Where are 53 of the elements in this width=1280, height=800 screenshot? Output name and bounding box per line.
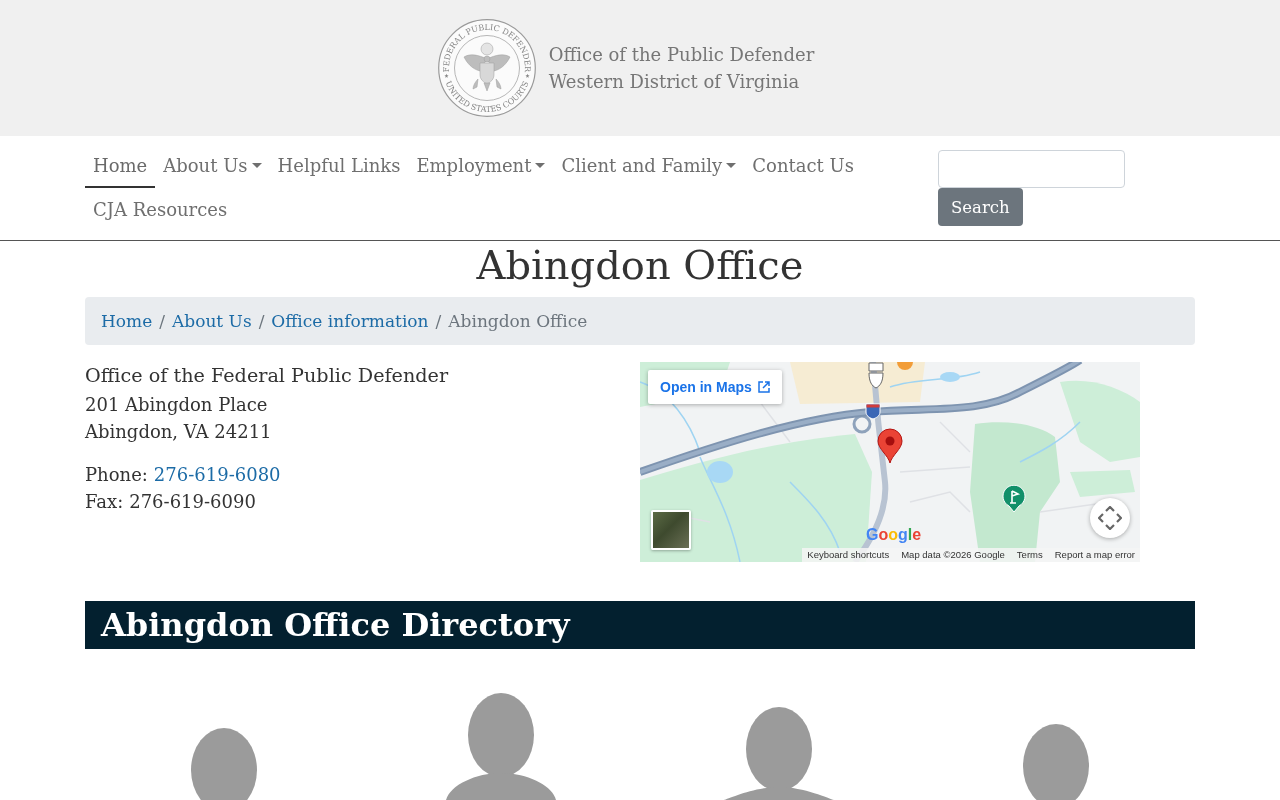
breadcrumb-separator: / — [257, 310, 266, 333]
phone-link[interactable]: 276-619-6080 — [153, 461, 281, 488]
golf-marker-icon — [1002, 485, 1026, 513]
contact-label: Fax: — [85, 490, 124, 514]
caret-icon — [726, 163, 737, 168]
breadcrumb-link[interactable]: Home — [101, 309, 153, 333]
address-line: Abingdon, VA 24211 — [85, 420, 273, 444]
breadcrumb-current-page: Abingdon Office — [448, 310, 588, 333]
map-footer-link[interactable]: Map data ©2026 Google — [901, 548, 1005, 562]
page-title: Abingdon Office — [475, 241, 805, 290]
map-footer-link[interactable]: Report a map error — [1054, 548, 1135, 562]
contact-number: 276-619-6090 — [129, 490, 256, 514]
nav-link[interactable]: CJA Resources — [85, 188, 236, 232]
map-footer-link[interactable]: Keyboard shortcuts — [807, 548, 890, 562]
place-marker-icon — [897, 362, 913, 370]
stream — [1019, 421, 1081, 463]
route-shield-icon — [868, 362, 884, 389]
search-field[interactable] — [938, 150, 1125, 188]
breadcrumb-separator: / — [158, 310, 166, 333]
office-name: Office of the Federal Public Defender — [85, 363, 450, 389]
location-pin-icon — [877, 428, 903, 464]
satellite-view-button[interactable] — [651, 510, 691, 550]
google-logo: Google — [866, 526, 922, 544]
breadcrumb-link[interactable]: About Us — [172, 309, 252, 333]
map-footer-link[interactable]: Terms — [1016, 548, 1043, 562]
breadcrumb-link[interactable]: Office information — [271, 309, 429, 333]
local-road — [759, 401, 791, 443]
contact-label: Phone: — [85, 463, 148, 487]
interchange-ramp — [852, 414, 872, 434]
local-road — [909, 491, 971, 513]
caret-icon — [251, 163, 262, 168]
nav-link[interactable]: About Us — [155, 144, 270, 188]
route-shield-icon — [865, 403, 881, 420]
map-widget[interactable]: Open in Maps Google Keyboard shortcuts Map data ©2026 Google Terms Report a map error — [640, 362, 1140, 562]
local-road — [899, 466, 971, 473]
site-title: Western District of Virginia — [548, 70, 801, 94]
nav-link[interactable]: Home — [85, 144, 156, 188]
address-line: 201 Abingdon Place — [85, 393, 269, 417]
caret-icon — [535, 163, 546, 168]
breadcrumb-separator: / — [434, 310, 443, 333]
directory-heading: Abingdon Office Directory — [85, 601, 1195, 649]
nav-link[interactable]: Client and Family — [553, 144, 745, 188]
open-in-maps-button[interactable]: Open in Maps — [648, 370, 782, 404]
external-link-icon — [757, 381, 770, 393]
nav-link[interactable]: Employment — [408, 144, 554, 188]
search-button[interactable]: Search — [938, 188, 1023, 226]
park-area — [1070, 470, 1135, 497]
pond — [940, 372, 960, 382]
nav-link[interactable]: Helpful Links — [269, 144, 409, 188]
move-arrows-icon — [1098, 506, 1122, 530]
site-title: Office of the Public Defender — [548, 43, 815, 67]
pond — [707, 461, 733, 483]
nav-link[interactable]: Contact Us — [744, 144, 862, 188]
